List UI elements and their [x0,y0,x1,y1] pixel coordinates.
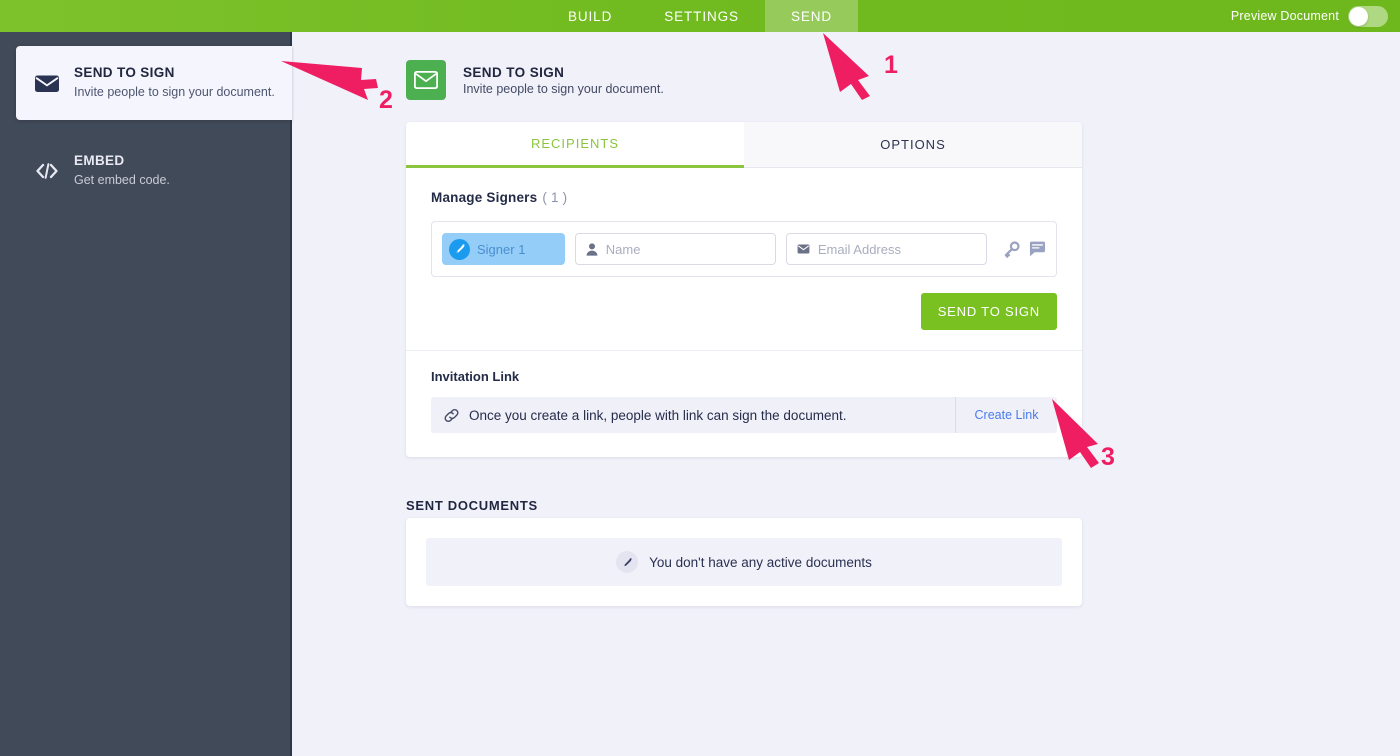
tab-recipients[interactable]: RECIPIENTS [406,122,744,168]
sidebar-item-send-to-sign[interactable]: SEND TO SIGN Invite people to sign your … [16,46,292,120]
create-link-button[interactable]: Create Link [955,397,1057,433]
invitation-link-text: Once you create a link, people with link… [469,407,847,423]
pen-icon [449,238,470,260]
signer-row-actions [1003,240,1046,258]
tab-build[interactable]: BUILD [542,0,638,32]
envelope-icon [406,60,446,100]
sidebar-item-embed-subtitle: Get embed code. [74,173,170,188]
preview-document-toggle[interactable] [1348,5,1388,27]
signer-name-input[interactable] [605,241,765,257]
sent-documents-heading: SENT DOCUMENTS [406,498,538,513]
invitation-link-section: Invitation Link Once you create a link, … [406,351,1082,457]
key-icon[interactable] [1003,240,1020,258]
top-navigation-bar: BUILD SETTINGS SEND Preview Document [0,0,1400,32]
section-header-text: SEND TO SIGN Invite people to sign your … [463,65,664,96]
sidebar-item-embed[interactable]: EMBED Get embed code. [0,134,290,208]
sent-documents-empty-text: You don't have any active documents [649,554,872,570]
card-tab-group: RECIPIENTS OPTIONS [406,122,1082,168]
page-subtitle: Invite people to sign your document. [463,81,664,96]
sidebar-item-send-to-sign-title: SEND TO SIGN [74,65,175,81]
recipients-panel: Manage Signers ( 1 ) Signer 1 Name Email … [406,168,1082,350]
tab-send[interactable]: SEND [764,0,859,32]
manage-signers-label: Manage Signers [431,190,538,205]
manage-signers-heading: Manage Signers ( 1 ) [431,190,1057,205]
sent-documents-empty-state: You don't have any active documents [426,538,1062,586]
toggle-knob [1349,6,1368,26]
code-icon [30,163,64,179]
sidebar-embed-text: EMBED Get embed code. [74,152,170,190]
signer-chip[interactable]: Signer 1 [442,233,565,265]
sent-documents-card: You don't have any active documents [406,518,1082,606]
tab-settings[interactable]: SETTINGS [638,0,765,32]
annotation-number-3: 3 [1101,443,1115,471]
envelope-icon [30,74,64,93]
signer-chip-label: Signer 1 [477,241,526,257]
sidebar-send-text: SEND TO SIGN Invite people to sign your … [74,64,275,102]
send-button-row: SEND TO SIGN [431,277,1057,350]
recipients-card: RECIPIENTS OPTIONS Manage Signers ( 1 ) S… [406,122,1082,457]
sidebar-item-embed-title: EMBED [74,153,125,169]
tab-options[interactable]: OPTIONS [744,122,1082,168]
preview-document-label: Preview Document [1230,9,1339,23]
main-content: SEND TO SIGN Invite people to sign your … [294,32,1400,756]
send-to-sign-button[interactable]: SEND TO SIGN [920,293,1057,330]
signer-row: Signer 1 [431,221,1057,277]
envelope-icon [797,244,810,254]
preview-document-control: Preview Document [1231,0,1388,32]
signer-email-field[interactable] [785,233,987,265]
invitation-link-heading: Invitation Link [431,369,520,384]
person-icon [586,242,598,256]
comment-icon[interactable] [1029,241,1046,257]
page-title: SEND TO SIGN [463,64,565,80]
section-header: SEND TO SIGN Invite people to sign your … [406,60,664,100]
invitation-link-bar: Once you create a link, people with link… [431,397,1057,433]
pen-icon [616,551,639,573]
sidebar: EMBED Get embed code. SEND TO SIGN Invit… [0,32,292,756]
signer-name-field[interactable] [574,233,776,265]
signer-email-input[interactable] [817,241,976,257]
top-nav-tab-group: BUILD SETTINGS SEND [0,0,1400,32]
link-icon [443,407,460,424]
app-root: BUILD SETTINGS SEND Preview Document EMB… [0,0,1400,756]
annotation-number-1: 1 [884,51,898,79]
sidebar-item-send-to-sign-subtitle: Invite people to sign your document. [74,85,275,100]
signers-count: ( 1 ) [542,190,568,205]
annotation-number-2: 2 [379,86,393,114]
